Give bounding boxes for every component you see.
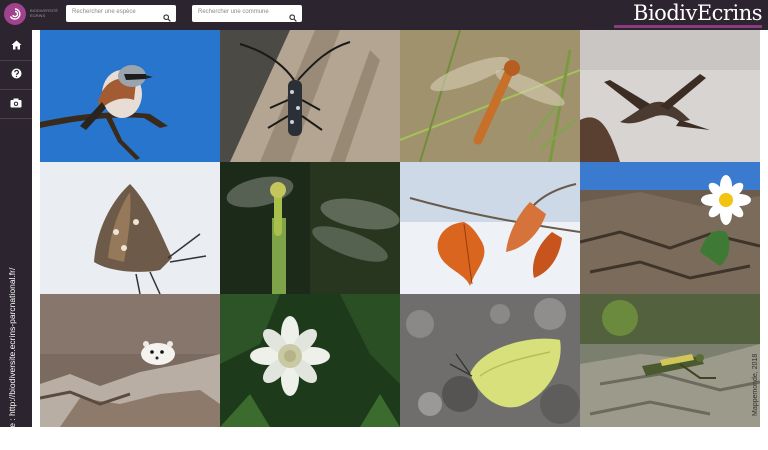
photo-damselfly[interactable] [220,162,400,294]
photo-bird-flight[interactable] [580,30,760,162]
commune-search-placeholder: Rechercher une commune [198,9,269,15]
photo-shrike[interactable] [40,30,220,162]
photo-daisy[interactable] [580,162,760,294]
camera-icon [10,95,22,113]
photo-autumn-leaves[interactable] [400,162,580,294]
species-search-placeholder: Rechercher une espèce [72,9,136,15]
photo-brimstone[interactable] [400,294,580,427]
photo-ermine[interactable] [40,294,220,427]
species-search-input[interactable]: Rechercher une espèce [66,5,176,22]
photo-dragonfly[interactable] [400,30,580,162]
help-icon [11,66,22,84]
park-logo-icon[interactable] [4,3,26,25]
search-icon[interactable] [289,9,297,27]
photo-credit: Mappemonde, 2018 [752,353,759,416]
help-button[interactable] [0,61,32,90]
top-bar: BIODIVERSITÉ ECRINS Rechercher une espèc… [0,0,768,30]
photo-alpine-flower[interactable] [220,294,400,427]
source-caption: Source : http://biodiversite.ecrins-parc… [7,267,17,450]
photo-painted-lady[interactable] [40,162,220,294]
search-icon[interactable] [163,9,171,27]
logo-text: BIODIVERSITÉ ECRINS [30,8,59,18]
commune-search-input[interactable]: Rechercher une commune [192,5,302,22]
home-button[interactable] [0,32,32,61]
photo-longhorn-beetle[interactable] [220,30,400,162]
camera-button[interactable] [0,90,32,119]
home-icon [11,37,22,55]
sidebar: Source : http://biodiversite.ecrins-parc… [0,30,32,450]
brand-underline [614,25,762,28]
photo-grasshopper[interactable] [580,294,760,427]
brand-title[interactable]: BiodivEcrins [633,1,762,25]
